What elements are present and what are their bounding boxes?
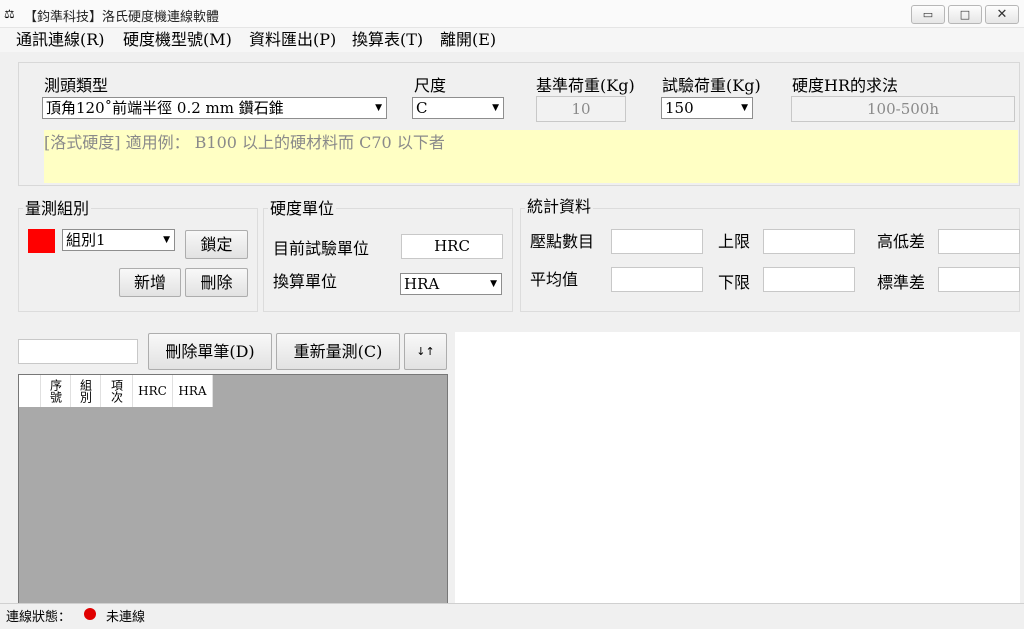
scale-select[interactable]: C ▼ [412, 97, 504, 119]
group-value: 組別1 [66, 231, 106, 249]
hr-method-field: 100-500h [791, 96, 1015, 122]
indenter-select[interactable]: 頂角120˚前端半徑 0.2 mm 鑽石錐 ▼ [42, 97, 387, 119]
menu-exit[interactable]: 離開(E) [440, 30, 496, 50]
grid-header: 序號 組別 項次 HRC HRA [19, 375, 213, 407]
unit-box [263, 208, 513, 312]
connection-status-value: 未連線 [106, 610, 146, 625]
group-title: 量測組別 [23, 199, 92, 219]
test-load-value: 150 [665, 99, 694, 117]
base-load-field: 10 [536, 96, 626, 122]
test-load-label: 試驗荷重(Kg) [662, 76, 761, 95]
stats-box [520, 208, 1020, 312]
convert-unit-value: HRA [404, 275, 440, 293]
convert-unit-label: 換算單位 [273, 272, 338, 291]
window-title: 【鈞準科技】洛氏硬度機連線軟體 [24, 10, 220, 25]
count-field [611, 229, 703, 254]
group-select[interactable]: 組別1 ▼ [62, 229, 175, 251]
min-field [763, 267, 855, 292]
minimize-button[interactable]: ▭ [911, 5, 945, 24]
unit-title: 硬度單位 [268, 199, 337, 219]
current-unit-label: 目前試驗單位 [273, 239, 370, 258]
menu-conversion-table[interactable]: 換算表(T) [352, 30, 423, 50]
column-header[interactable]: 項次 [101, 375, 133, 407]
delete-entry-button[interactable]: 刪除單筆(D) [148, 333, 272, 370]
scale-value: C [416, 99, 428, 117]
chevron-down-icon: ▼ [490, 279, 497, 289]
count-label: 壓點數目 [530, 232, 595, 251]
delete-group-button[interactable]: 刪除 [185, 268, 248, 297]
indenter-value: 頂角120˚前端半徑 0.2 mm 鑽石錐 [46, 99, 284, 117]
std-label: 標準差 [877, 273, 926, 292]
input-field[interactable] [18, 339, 138, 364]
column-header[interactable]: HRA [173, 375, 213, 407]
max-field [763, 229, 855, 254]
range-label: 高低差 [877, 232, 926, 251]
chevron-down-icon: ▼ [492, 103, 499, 113]
menu-connection[interactable]: 通訊連線(R) [16, 30, 105, 50]
base-load-label: 基準荷重(Kg) [536, 76, 635, 95]
column-header[interactable]: 組別 [71, 375, 101, 407]
scale-icon: ⚖ [4, 7, 15, 21]
menu-export[interactable]: 資料匯出(P) [249, 30, 336, 50]
menu-model[interactable]: 硬度機型號(M) [123, 30, 232, 50]
std-field [938, 267, 1020, 292]
min-label: 下限 [718, 273, 751, 292]
add-group-button[interactable]: 新增 [119, 268, 181, 297]
status-dot-icon [84, 608, 96, 620]
chart-area [455, 332, 1020, 604]
current-unit-field: HRC [401, 234, 503, 259]
stats-title: 統計資料 [525, 197, 594, 217]
range-field [938, 229, 1020, 254]
scale-label: 尺度 [414, 76, 447, 95]
close-button[interactable]: ✕ [985, 5, 1019, 24]
avg-field [611, 267, 703, 292]
remeasure-button[interactable]: 重新量測(C) [276, 333, 400, 370]
group-color-swatch[interactable] [28, 229, 55, 253]
column-header[interactable]: HRC [133, 375, 173, 407]
data-grid[interactable] [18, 374, 448, 604]
sort-icon[interactable]: ↓↑ [404, 333, 447, 370]
max-label: 上限 [718, 232, 751, 251]
usage-note: [洛式硬度] 適用例： B100 以上的硬材料而 C70 以下者 [44, 133, 445, 152]
avg-label: 平均值 [530, 270, 579, 289]
hr-method-label: 硬度HR的求法 [792, 76, 899, 95]
maximize-button[interactable]: □ [948, 5, 982, 24]
row-selector-header [19, 375, 41, 407]
convert-unit-select[interactable]: HRA ▼ [400, 273, 502, 295]
chevron-down-icon: ▼ [741, 103, 748, 113]
chevron-down-icon: ▼ [375, 103, 382, 113]
connection-status-label: 連線狀態： [6, 610, 72, 625]
test-load-select[interactable]: 150 ▼ [661, 97, 753, 119]
chevron-down-icon: ▼ [163, 235, 170, 245]
indenter-label: 測頭類型 [44, 76, 109, 95]
lock-button[interactable]: 鎖定 [185, 230, 248, 259]
column-header[interactable]: 序號 [41, 375, 71, 407]
status-bar [0, 603, 1024, 629]
